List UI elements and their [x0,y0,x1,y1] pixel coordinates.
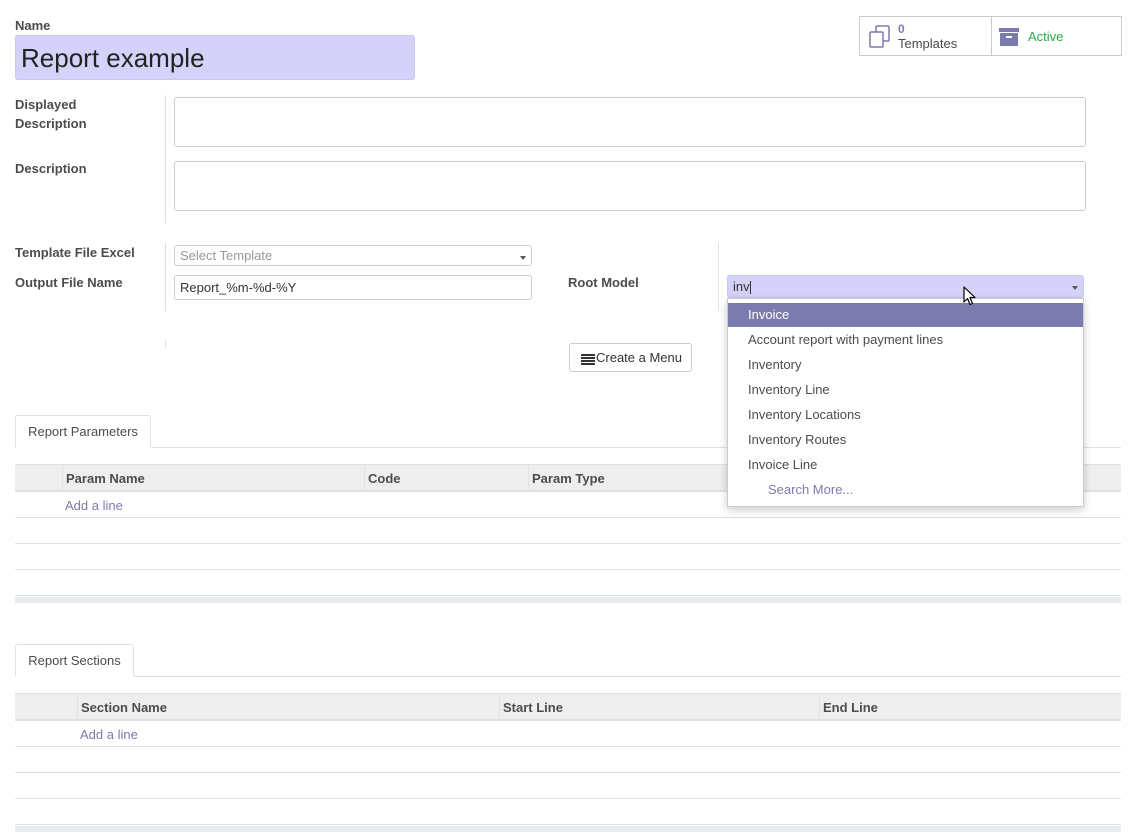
template-file-placeholder: Select Template [180,248,273,263]
tab-label: Report Parameters [28,424,138,439]
column-separator [62,465,63,490]
create-menu-label: Create a Menu [596,350,682,365]
root-model-input[interactable]: inv [727,275,1084,298]
template-file-label: Template File Excel [15,245,135,260]
table-row [15,799,1121,825]
column-separator [528,465,529,490]
label-separator [165,95,166,223]
column-param-name[interactable]: Param Name [66,471,145,486]
column-separator [364,465,365,490]
name-value: Report example [21,43,205,73]
templates-icon [867,24,893,50]
column-separator [77,694,78,719]
displayed-description-label-line2: Description [15,116,87,131]
displayed-description-label: Displayed Description [15,95,87,133]
root-model-autocomplete-dropdown: Invoice Account report with payment line… [727,298,1084,507]
templates-count: 0 [898,22,905,36]
dropdown-item[interactable]: Inventory Line [728,378,1083,402]
output-file-value: Report_%m-%d-%Y [180,280,297,295]
column-separator [499,694,500,719]
table-footer [15,597,1121,603]
column-start-line[interactable]: Start Line [503,700,563,715]
text-cursor [749,281,751,295]
column-separator [819,694,820,719]
search-more-link[interactable]: Search More... [728,478,1083,502]
output-file-label: Output File Name [15,275,123,290]
add-line-link[interactable]: Add a line [80,727,138,742]
tab-report-parameters[interactable]: Report Parameters [15,415,151,448]
chevron-down-icon [520,256,526,260]
tab-label: Report Sections [28,653,121,668]
description-field[interactable] [174,161,1086,211]
displayed-description-field[interactable] [174,97,1086,147]
dropdown-item[interactable]: Inventory Locations [728,403,1083,427]
active-toggle-button[interactable]: Active [991,17,1121,55]
root-model-label: Root Model [568,275,639,290]
tab-bar-line [15,676,1121,677]
mouse-pointer-icon [963,286,977,306]
label-separator-2 [165,243,166,311]
column-code[interactable]: Code [368,471,401,486]
column-section-name[interactable]: Section Name [81,700,167,715]
label-separator-4 [718,243,719,311]
sections-table-header: Section Name Start Line End Line [15,693,1121,721]
dropdown-item[interactable]: Account report with payment lines [728,328,1083,352]
table-footer [15,826,1121,832]
smart-button-box: 0 Templates Active [859,16,1122,56]
name-label: Name [15,18,51,33]
table-row [15,773,1121,799]
dropdown-item[interactable]: Invoice [728,303,1083,327]
dropdown-item[interactable]: Invoice Line [728,453,1083,477]
templates-label: Templates [898,36,958,51]
chevron-down-icon [1072,286,1078,290]
templates-button[interactable]: 0 Templates [860,17,992,55]
root-model-value: inv [733,279,750,294]
table-row [15,747,1121,773]
create-menu-button[interactable]: Create a Menu [569,343,692,372]
label-separator-3 [165,340,166,348]
template-file-select[interactable]: Select Template [174,245,532,266]
displayed-description-label-line1: Displayed [15,97,77,112]
list-icon [581,353,595,365]
add-line-link[interactable]: Add a line [65,498,123,513]
archive-icon [998,26,1020,48]
table-row [15,570,1121,596]
tab-report-sections[interactable]: Report Sections [15,644,134,677]
column-end-line[interactable]: End Line [823,700,878,715]
table-row [15,518,1121,544]
output-file-input[interactable]: Report_%m-%d-%Y [174,275,532,300]
active-label: Active [1028,29,1064,44]
table-row [15,544,1121,570]
dropdown-item[interactable]: Inventory Routes [728,428,1083,452]
description-label: Description [15,161,87,176]
dropdown-item[interactable]: Inventory [728,353,1083,377]
name-input[interactable]: Report example [15,35,415,80]
table-row: Add a line [15,721,1121,747]
column-param-type[interactable]: Param Type [532,471,605,486]
